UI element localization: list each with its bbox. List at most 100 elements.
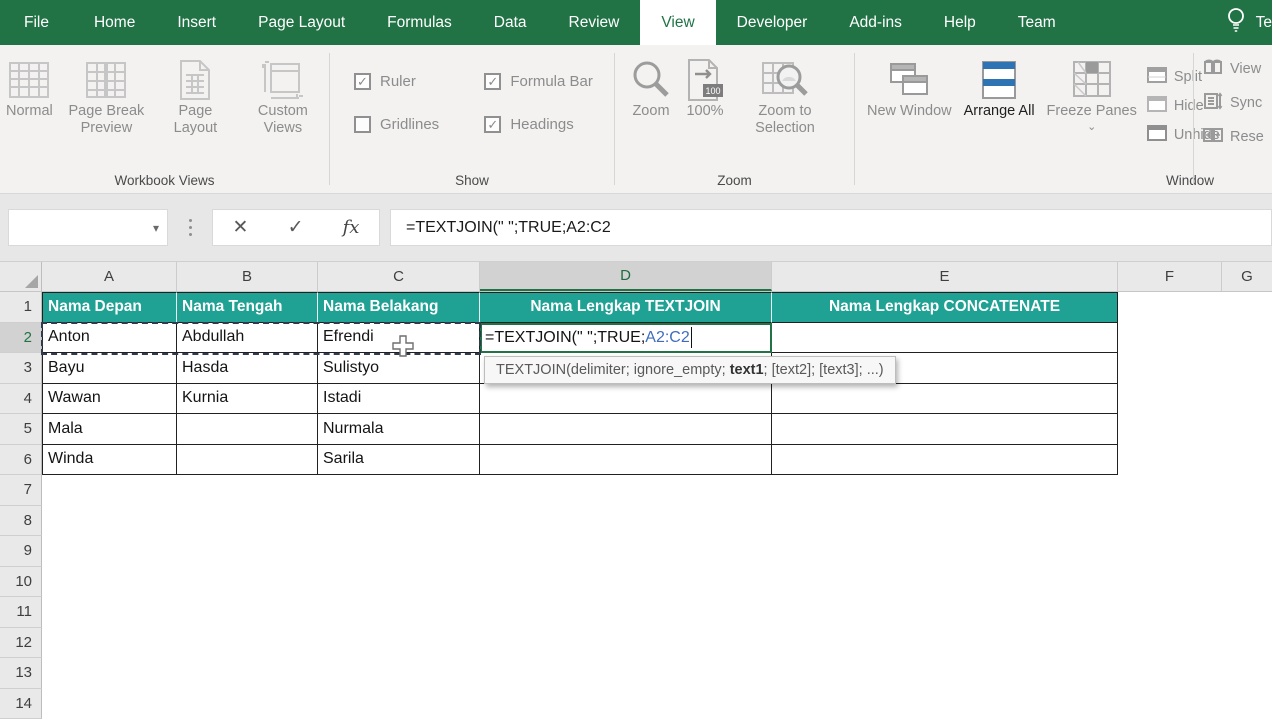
cell-F5[interactable]	[1118, 414, 1222, 445]
cell-B5[interactable]	[177, 414, 318, 445]
normal-view-button[interactable]: Normal	[0, 55, 59, 122]
row-header-3[interactable]: 3	[0, 353, 42, 384]
cell-A5[interactable]: Mala	[42, 414, 177, 445]
col-header-G[interactable]: G	[1222, 262, 1272, 291]
tell-me[interactable]: Te	[1226, 0, 1272, 45]
page-break-preview-button[interactable]: Page Break Preview	[59, 55, 154, 139]
col-header-C[interactable]: C	[318, 262, 480, 291]
name-box-dropdown-icon[interactable]: ▾	[153, 221, 159, 235]
col-header-B[interactable]: B	[177, 262, 318, 291]
cell-G3[interactable]	[1222, 353, 1272, 384]
cell-A1[interactable]: Nama Depan	[42, 292, 177, 323]
zoom-100-button[interactable]: 100 100%	[679, 55, 731, 122]
formula-bar-checkbox[interactable]: ✓ Formula Bar	[484, 73, 614, 90]
cell-C3[interactable]: Sulistyo	[318, 353, 480, 384]
col-header-D[interactable]: D	[480, 262, 772, 291]
cell-E5[interactable]	[772, 414, 1118, 445]
cell-A3[interactable]: Bayu	[42, 353, 177, 384]
name-box[interactable]: ▾	[8, 209, 168, 246]
tab-review[interactable]: Review	[548, 0, 641, 45]
zoom-button[interactable]: Zoom	[623, 55, 679, 122]
cell-B3[interactable]: Hasda	[177, 353, 318, 384]
freeze-panes-button[interactable]: Freeze Panes ⌄	[1041, 55, 1143, 135]
row-header-14[interactable]: 14	[0, 688, 42, 719]
tab-page-layout[interactable]: Page Layout	[237, 0, 366, 45]
cell-E2[interactable]	[772, 322, 1118, 353]
row-header-9[interactable]: 9	[0, 536, 42, 567]
cell-F4[interactable]	[1118, 384, 1222, 415]
tab-team[interactable]: Team	[997, 0, 1077, 45]
row-header-2[interactable]: 2	[0, 322, 42, 353]
arrange-all-button[interactable]: Arrange All	[958, 55, 1041, 122]
col-header-E[interactable]: E	[772, 262, 1118, 291]
select-all-corner[interactable]	[0, 262, 42, 291]
headings-checkbox[interactable]: ✓ Headings	[484, 116, 614, 133]
row-header-10[interactable]: 10	[0, 566, 42, 597]
tab-file[interactable]: File	[0, 0, 73, 45]
tab-add-ins[interactable]: Add-ins	[828, 0, 923, 45]
tab-insert[interactable]: Insert	[156, 0, 237, 45]
cell-G5[interactable]	[1222, 414, 1272, 445]
cell-E4[interactable]	[772, 383, 1118, 414]
cell-G4[interactable]	[1222, 384, 1272, 415]
synchronous-scrolling-button[interactable]: Sync	[1203, 92, 1264, 114]
tab-developer[interactable]: Developer	[716, 0, 829, 45]
formula-bar-resize-handle[interactable]	[168, 219, 212, 236]
cell-G2[interactable]	[1222, 323, 1272, 354]
cell-A2[interactable]: Anton	[42, 322, 177, 353]
custom-views-button[interactable]: Custom Views	[237, 55, 329, 139]
cell-E1[interactable]: Nama Lengkap CONCATENATE	[772, 292, 1118, 323]
reset-window-position-button[interactable]: Rese	[1203, 127, 1264, 147]
cell-B6[interactable]	[177, 444, 318, 475]
cell-B2[interactable]: Abdullah	[177, 322, 318, 353]
page-layout-button[interactable]: Page Layout	[154, 55, 237, 139]
tab-formulas[interactable]: Formulas	[366, 0, 473, 45]
cell-B1[interactable]: Nama Tengah	[177, 292, 318, 323]
view-side-by-side-button[interactable]: View	[1203, 59, 1264, 79]
row-header-4[interactable]: 4	[0, 383, 42, 414]
cell-F6[interactable]	[1118, 445, 1222, 476]
row-header-1[interactable]: 1	[0, 292, 42, 323]
cell-D2-active[interactable]: =TEXTJOIN(" ";TRUE; A2:C2	[480, 322, 772, 353]
row-header-12[interactable]: 12	[0, 627, 42, 658]
tab-view[interactable]: View	[640, 0, 716, 45]
row-header-11[interactable]: 11	[0, 597, 42, 628]
new-window-button[interactable]: New Window	[861, 55, 958, 122]
insert-function-button[interactable]: fx	[343, 217, 360, 238]
tab-data[interactable]: Data	[473, 0, 548, 45]
cell-D1[interactable]: Nama Lengkap TEXTJOIN	[480, 292, 772, 323]
formula-input[interactable]: =TEXTJOIN(" ";TRUE;A2:C2	[390, 209, 1272, 246]
cell-F2[interactable]	[1118, 323, 1222, 354]
cell-F1[interactable]	[1118, 292, 1222, 323]
cell-C2[interactable]: Efrendi	[318, 322, 480, 353]
row-header-6[interactable]: 6	[0, 444, 42, 475]
cell-A4[interactable]: Wawan	[42, 383, 177, 414]
cell-C5[interactable]: Nurmala	[318, 414, 480, 445]
cell-D5[interactable]	[480, 414, 772, 445]
tab-home[interactable]: Home	[73, 0, 156, 45]
cell-G1[interactable]	[1222, 292, 1272, 323]
gridlines-checkbox[interactable]: Gridlines	[354, 116, 460, 133]
cell-G6[interactable]	[1222, 445, 1272, 476]
row-header-13[interactable]: 13	[0, 658, 42, 689]
ruler-checkbox[interactable]: ✓ Ruler	[354, 73, 460, 90]
cell-C1[interactable]: Nama Belakang	[318, 292, 480, 323]
col-header-F[interactable]: F	[1118, 262, 1222, 291]
enter-button[interactable]: ✓	[288, 216, 304, 239]
sheet-row-13: 13	[0, 658, 1272, 689]
cell-C6[interactable]: Sarila	[318, 444, 480, 475]
cell-A6[interactable]: Winda	[42, 444, 177, 475]
cell-C4[interactable]: Istadi	[318, 383, 480, 414]
cell-B4[interactable]: Kurnia	[177, 383, 318, 414]
cell-D4[interactable]	[480, 383, 772, 414]
zoom-to-selection-button[interactable]: Zoom to Selection	[731, 55, 839, 139]
cell-D6[interactable]	[480, 444, 772, 475]
cell-F3[interactable]	[1118, 353, 1222, 384]
cancel-button[interactable]: ✕	[233, 216, 249, 239]
row-header-5[interactable]: 5	[0, 414, 42, 445]
row-header-7[interactable]: 7	[0, 475, 42, 506]
col-header-A[interactable]: A	[42, 262, 177, 291]
cell-E6[interactable]	[772, 444, 1118, 475]
row-header-8[interactable]: 8	[0, 505, 42, 536]
tab-help[interactable]: Help	[923, 0, 997, 45]
